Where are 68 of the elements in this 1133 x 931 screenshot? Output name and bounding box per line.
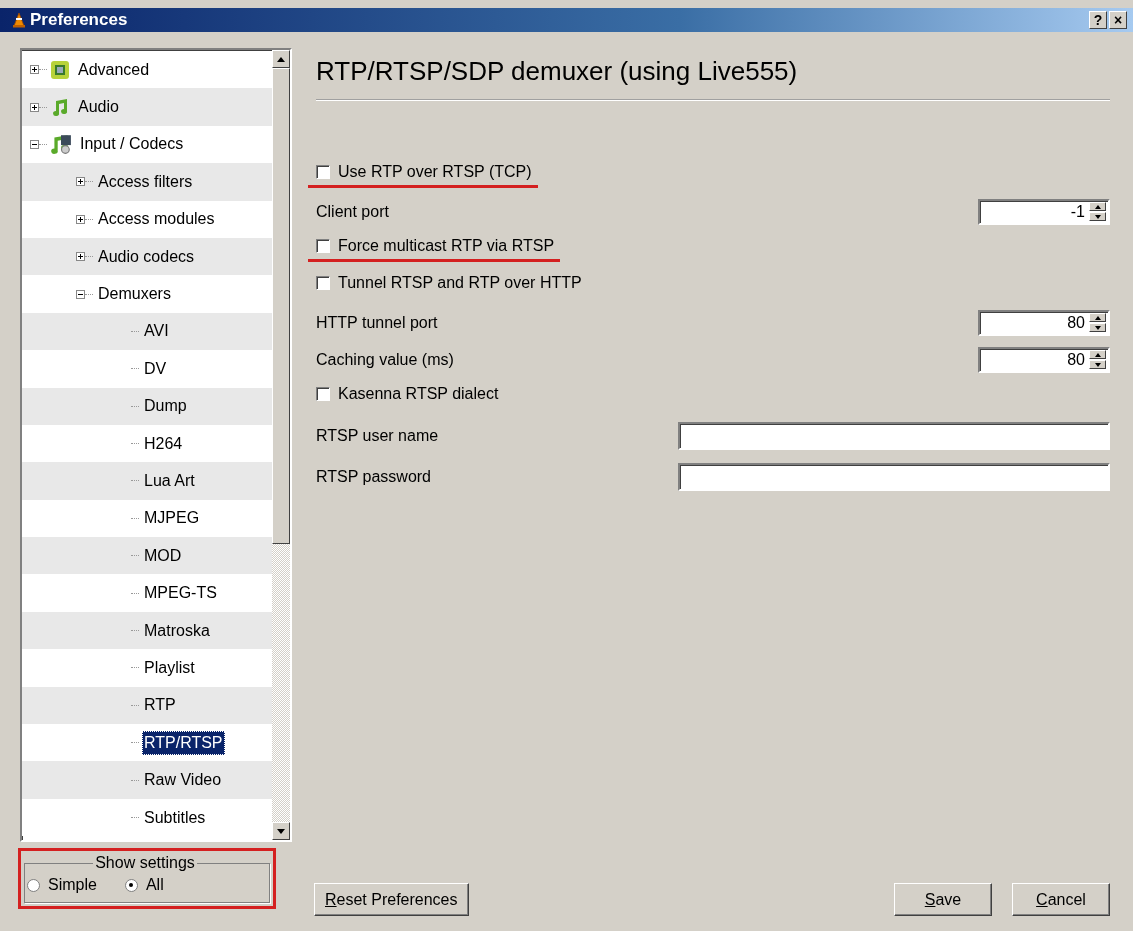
tree-item[interactable]: Demuxers [96, 282, 173, 307]
tree-item[interactable]: H264 [142, 431, 185, 456]
radio-button[interactable] [27, 878, 40, 892]
tree-item[interactable]: MJPEG [142, 506, 202, 531]
expander-icon[interactable] [30, 139, 39, 149]
spin-field[interactable]: -1 [978, 198, 1110, 225]
tree-item[interactable]: RTP/RTSP [142, 730, 225, 755]
scroll-thumb[interactable] [272, 68, 290, 544]
traffic-cone-icon [12, 12, 26, 28]
text-field[interactable] [678, 462, 1110, 491]
up-arrow-icon [277, 56, 285, 62]
cancel-button[interactable]: Cancel [1012, 883, 1110, 916]
tree-item[interactable]: AVI [142, 319, 171, 344]
film-gear-icon [50, 133, 72, 156]
expander-icon[interactable] [76, 289, 85, 299]
tree-item[interactable]: Subtitles [142, 805, 208, 830]
option-label: HTTP tunnel port [316, 313, 439, 332]
option-label: Caching value (ms) [316, 350, 455, 369]
tree-item[interactable]: Input / Codecs [78, 132, 186, 157]
reset-preferences-button[interactable]: Reset Preferences [314, 883, 469, 916]
panel-title: RTP/RTSP/SDP demuxer (using Live555) [316, 48, 1110, 100]
radio-option[interactable]: Simple [27, 876, 97, 894]
checkbox[interactable] [316, 165, 330, 179]
tree-item[interactable]: Lua Art [142, 469, 197, 493]
checkbox-option[interactable]: Kasenna RTSP dialect [308, 383, 505, 410]
group-title: Show settings [94, 854, 196, 872]
expander-icon[interactable] [76, 214, 85, 224]
checkbox-option[interactable]: Force multicast RTP via RTSP [308, 235, 561, 262]
tree-item[interactable]: Dump [142, 394, 189, 419]
tree-item[interactable]: MOD [142, 543, 184, 568]
music-note-icon [50, 97, 70, 118]
option-label: RTSP password [316, 467, 432, 486]
tree-item[interactable]: Access modules [96, 207, 217, 232]
checkbox[interactable] [316, 239, 330, 253]
tree-item[interactable]: Matroska [142, 618, 212, 643]
checkbox[interactable] [316, 387, 330, 401]
expander-icon[interactable] [30, 102, 39, 112]
spin-field[interactable]: 80 [978, 346, 1110, 373]
spin-field[interactable]: 80 [978, 309, 1110, 336]
close-button[interactable]: × [1109, 11, 1127, 29]
tree-item[interactable]: MPEG-TS [142, 581, 219, 606]
tree-item[interactable]: Playlist [142, 655, 197, 680]
checkbox-option[interactable]: Use RTP over RTSP (TCP) [308, 161, 538, 188]
scrollbar[interactable] [272, 50, 290, 840]
scroll-up-button[interactable] [272, 50, 290, 68]
text-field[interactable] [678, 421, 1110, 450]
spin-arrows-icon[interactable] [1089, 350, 1106, 369]
expander-icon[interactable] [76, 252, 85, 262]
tree-item[interactable]: Advanced [76, 57, 152, 82]
expander-icon[interactable] [30, 65, 39, 75]
chip-icon [50, 59, 70, 80]
save-button[interactable]: Save [894, 883, 992, 916]
expander-icon[interactable] [76, 177, 85, 187]
tree-item[interactable]: Audio [76, 95, 121, 120]
help-button[interactable]: ? [1089, 11, 1107, 29]
checkbox-option[interactable]: Tunnel RTSP and RTP over HTTP [308, 272, 588, 299]
down-arrow-icon [277, 828, 285, 834]
scroll-down-button[interactable] [272, 822, 290, 840]
spin-arrows-icon[interactable] [1089, 202, 1106, 221]
spin-arrows-icon[interactable] [1089, 313, 1106, 332]
radio-option[interactable]: All [124, 876, 164, 894]
radio-button[interactable] [124, 878, 138, 892]
checkbox[interactable] [316, 276, 330, 290]
option-label: RTSP user name [316, 426, 440, 445]
tree-item[interactable]: RTP [142, 693, 178, 718]
tree-item[interactable]: DV [142, 356, 169, 381]
window-title: Preferences [30, 10, 128, 30]
option-label: Client port [316, 202, 390, 221]
